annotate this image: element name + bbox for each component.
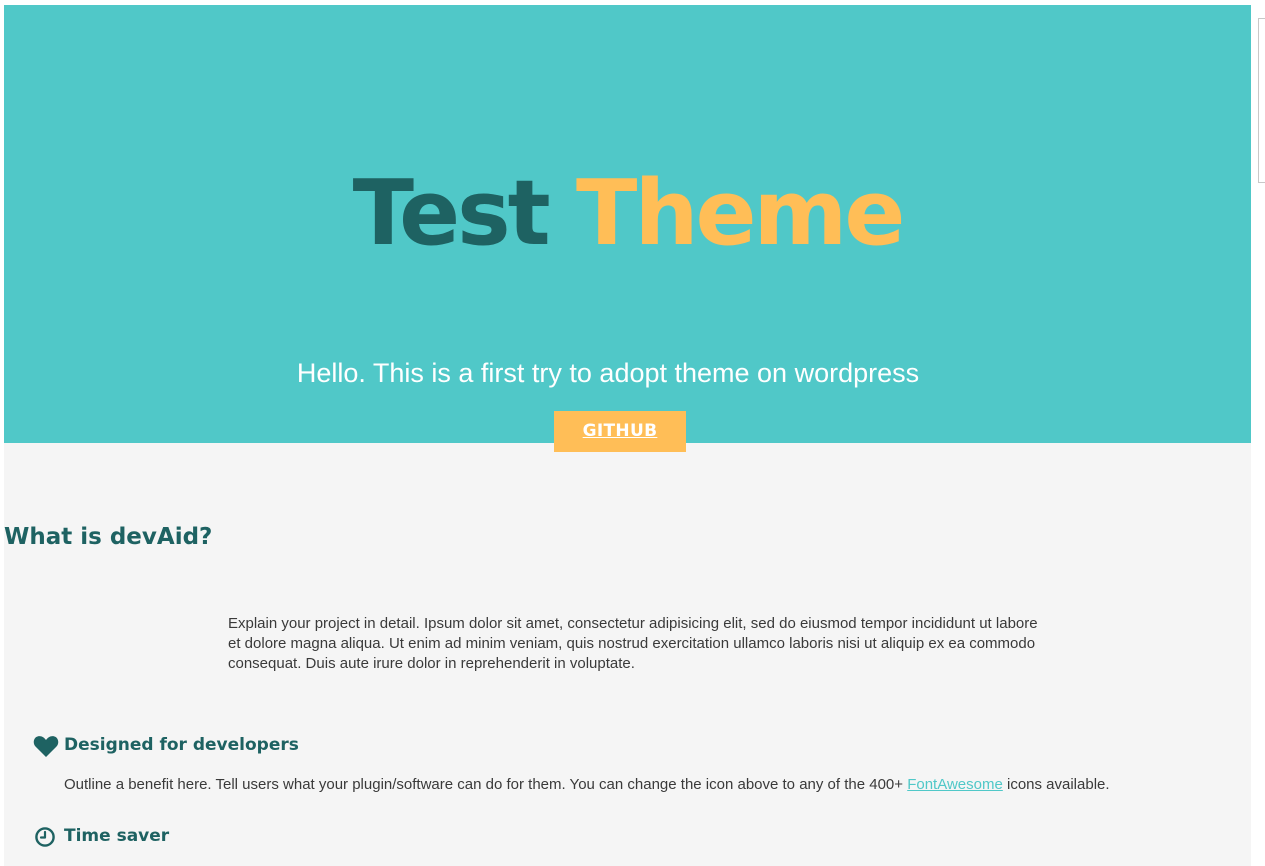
site-title-first-word: Test bbox=[352, 161, 551, 266]
github-button[interactable]: GITHUB bbox=[554, 411, 686, 452]
clock-icon bbox=[35, 827, 55, 847]
feature-title-time-saver: Time saver bbox=[64, 826, 170, 846]
scrollbar[interactable] bbox=[1258, 18, 1265, 183]
hero-banner: Test Theme Hello. This is a first try to… bbox=[4, 5, 1251, 443]
about-section-title: What is devAid? bbox=[4, 524, 213, 550]
heart-icon bbox=[33, 736, 59, 757]
feature-desc-text-end: icons available. bbox=[1002, 776, 1110, 793]
page: Test Theme Hello. This is a first try to… bbox=[4, 5, 1251, 866]
hero-tagline: Hello. This is a first try to adopt them… bbox=[296, 358, 920, 388]
site-title-second-word: Theme bbox=[576, 161, 905, 266]
feature-desc-designed: Outline a benefit here. Tell users what … bbox=[64, 775, 1110, 795]
fontawesome-link[interactable]: FontAwesome bbox=[907, 776, 1003, 793]
feature-title-designed: Designed for developers bbox=[64, 735, 299, 755]
feature-desc-text: Outline a benefit here. Tell users what … bbox=[64, 776, 908, 793]
site-title: Test Theme bbox=[4, 159, 1251, 269]
about-intro-text: Explain your project in detail. Ipsum do… bbox=[228, 615, 1038, 672]
